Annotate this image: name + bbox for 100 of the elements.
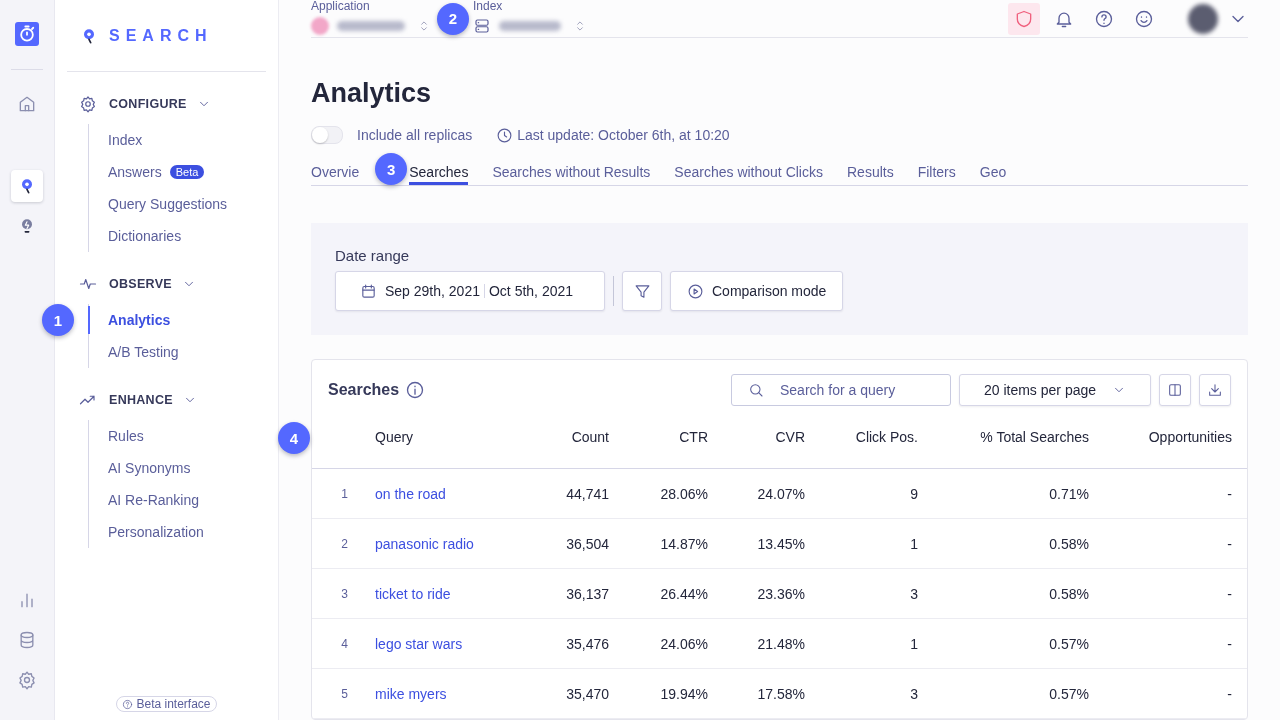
tab[interactable]: Filters	[917, 161, 956, 185]
step-badge: 1	[42, 304, 74, 336]
table-cell-text: 24.07%	[756, 485, 805, 502]
tab[interactable]: Results	[847, 161, 894, 185]
table-title: Searches	[328, 381, 400, 399]
table-cell-text: 17.58%	[756, 685, 805, 702]
table-cell-text: 21.48%	[756, 635, 805, 652]
table-cell-text: 35,470	[565, 685, 609, 702]
sidebar-item[interactable]: Index	[108, 132, 143, 148]
step-badge: 4	[278, 422, 310, 454]
info-icon	[405, 380, 426, 400]
security-button[interactable]	[1008, 2, 1040, 35]
section-title[interactable]: OBSERVE	[109, 277, 172, 291]
column-header[interactable]: CTR	[609, 429, 708, 445]
shield-icon	[1014, 8, 1034, 29]
sidebar-item[interactable]: Dictionaries	[108, 228, 182, 244]
sidebar-item[interactable]: Query Suggestions	[108, 196, 228, 212]
server-icon	[473, 16, 491, 35]
table-cell-text: 0.71%	[1048, 485, 1089, 502]
page-title: Analytics	[311, 77, 433, 110]
column-header[interactable]: % Total Searches	[918, 429, 1089, 445]
sidebar-item[interactable]: AI Synonyms	[108, 460, 191, 476]
settings-icon	[17, 670, 37, 690]
blurred-text	[499, 20, 561, 31]
column-header[interactable]: Click Pos.	[805, 429, 918, 445]
product-name: SEARCH	[109, 26, 213, 45]
smiley-icon	[1134, 8, 1154, 29]
table-cell-text: 3	[909, 585, 918, 602]
step-badge: 3	[375, 153, 408, 185]
section-title[interactable]: ENHANCE	[109, 393, 173, 407]
table-cell-text: 28.06%	[659, 485, 708, 502]
selector-label: Index	[473, 0, 504, 13]
sidebar-item[interactable]: A/B Testing	[108, 344, 179, 360]
table-cell-text: 35,476	[565, 635, 609, 652]
row-number: 3	[340, 586, 349, 601]
row-number: 5	[340, 686, 349, 701]
filter-button[interactable]	[622, 271, 662, 311]
column-header[interactable]: Query	[375, 429, 510, 445]
tab[interactable]: Searches	[409, 161, 469, 185]
query-link[interactable]: panasonic radio	[375, 535, 510, 552]
table-cell-text: 36,504	[565, 535, 609, 552]
last-update-text: Last update: October 6th, at 10:20	[517, 127, 730, 143]
table-cell-text: -	[1226, 535, 1232, 552]
query-link[interactable]: ticket to ride	[375, 585, 510, 602]
query-link[interactable]: lego star wars	[375, 635, 510, 652]
user-avatar	[1188, 3, 1218, 34]
table-cell-text: -	[1226, 485, 1232, 502]
columns-button[interactable]	[1159, 374, 1191, 406]
table-cell-text: 9	[909, 485, 918, 502]
search-field[interactable]: Search for a query	[731, 374, 951, 406]
rail-button[interactable]	[11, 170, 43, 202]
sidebar-item[interactable]: Answers	[108, 164, 162, 180]
play-icon	[687, 282, 704, 300]
date-range-picker[interactable]: Sep 29th, 2021 Oct 5th, 2021	[335, 271, 605, 311]
column-header[interactable]: CVR	[708, 429, 805, 445]
search-icon	[748, 382, 764, 398]
help-icon	[122, 698, 134, 710]
help-icon	[1094, 8, 1114, 29]
download-button[interactable]	[1199, 374, 1231, 406]
calendar-icon	[360, 282, 377, 300]
column-header[interactable]: Count	[510, 429, 609, 445]
app-logo[interactable]	[15, 22, 39, 46]
download-icon	[1207, 382, 1223, 398]
query-link[interactable]: on the road	[375, 485, 510, 502]
sidebar-item[interactable]: Personalization	[108, 524, 204, 540]
column-header[interactable]: Opportunities	[1089, 429, 1232, 445]
table-cell-text: -	[1226, 585, 1232, 602]
stopwatch-icon	[17, 24, 37, 44]
section-title[interactable]: CONFIGURE	[109, 97, 187, 111]
table-cell-text: 13.45%	[756, 535, 805, 552]
clock-icon	[496, 126, 514, 144]
tab[interactable]: Overvie	[311, 161, 360, 185]
gear-icon	[79, 95, 97, 113]
home-icon	[17, 94, 37, 114]
table-cell-text: 23.36%	[756, 585, 805, 602]
table-cell-text: 24.06%	[659, 635, 708, 652]
sidebar-item[interactable]: AI Re-Ranking	[108, 492, 200, 508]
table-cell-text: -	[1226, 635, 1232, 652]
table-cell-text: 3	[909, 685, 918, 702]
beta-interface-button[interactable]: Beta interface	[116, 696, 217, 712]
filter-icon	[633, 282, 651, 300]
selector-label: Application	[311, 0, 371, 13]
table-cell-text: 0.57%	[1048, 635, 1089, 652]
comparison-mode-button[interactable]: Comparison mode	[670, 271, 844, 311]
table-cell-text: 0.58%	[1048, 535, 1089, 552]
tab[interactable]: Geo	[979, 161, 1007, 185]
table-cell-text: 44,741	[565, 485, 609, 502]
table-cell-text: 1	[909, 635, 918, 652]
table-cell-text: 0.57%	[1048, 685, 1089, 702]
app-avatar	[311, 16, 329, 35]
beta-badge: Beta	[169, 165, 205, 179]
toggle-switch[interactable]	[311, 126, 343, 144]
sidebar-item[interactable]: Analytics	[108, 312, 171, 328]
columns-icon	[1167, 382, 1183, 398]
query-link[interactable]: mike myers	[375, 685, 510, 702]
sidebar-item[interactable]: Rules	[108, 428, 144, 444]
tab[interactable]: Searches without Clicks	[674, 161, 823, 185]
row-number: 1	[340, 486, 349, 501]
tab[interactable]: Searches without Results	[492, 161, 651, 185]
items-per-page-dropdown[interactable]: 20 items per page	[959, 374, 1151, 406]
